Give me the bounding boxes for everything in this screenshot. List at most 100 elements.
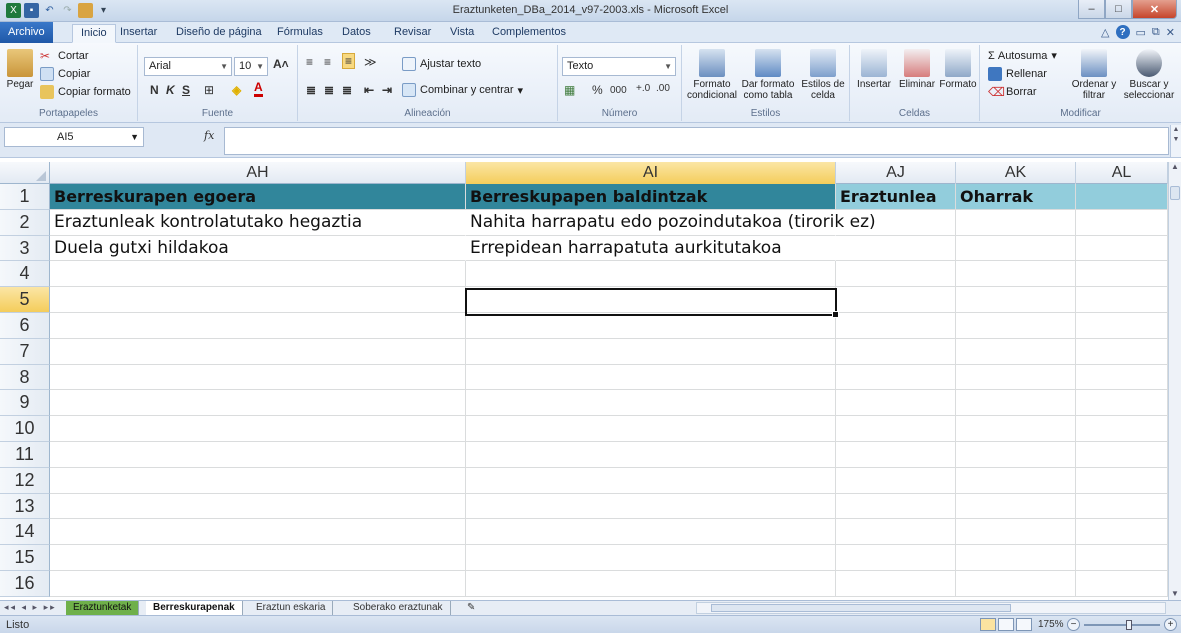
decrease-indent-icon[interactable]: ⇤ [364, 83, 374, 97]
font-size-select[interactable]: 10 ▼ [234, 57, 268, 76]
paste-button[interactable]: Pegar [4, 49, 36, 90]
cell[interactable] [836, 416, 956, 442]
cell[interactable] [836, 571, 956, 597]
cell-styles-button[interactable]: Estilos de celda [800, 49, 846, 101]
cell[interactable] [50, 467, 466, 494]
sheet-tab-eraztun-eskaria[interactable]: Eraztun eskaria [249, 601, 334, 615]
align-middle-icon[interactable]: ≡ [324, 55, 331, 69]
cell[interactable] [1076, 416, 1168, 442]
font-color-icon[interactable]: A [254, 81, 263, 97]
cell[interactable]: Eraztunleak kontrolatutako hegaztia [50, 210, 466, 236]
help-icon[interactable]: ? [1115, 25, 1130, 39]
sheet-tab-soberako-eraztunak[interactable]: Soberako eraztunak [346, 601, 451, 615]
cell[interactable] [1076, 313, 1168, 339]
zoom-slider[interactable] [1084, 624, 1160, 626]
row-header[interactable]: 8 [0, 364, 50, 391]
cell[interactable] [836, 493, 956, 520]
row-header[interactable]: 9 [0, 390, 50, 417]
cell[interactable] [956, 493, 1076, 520]
cell[interactable] [836, 364, 956, 391]
cell[interactable] [1076, 338, 1168, 365]
fill-color-icon[interactable]: ◈ [232, 83, 241, 97]
workbook-close-icon[interactable]: ✕ [1166, 26, 1175, 39]
align-center-icon[interactable]: ≣ [324, 83, 334, 97]
cell[interactable] [466, 442, 836, 468]
column-header[interactable]: AH [50, 162, 466, 184]
ribbon-minimize-icon[interactable]: △ [1101, 26, 1109, 39]
cell[interactable] [836, 261, 956, 288]
underline-button[interactable]: S [182, 83, 190, 97]
cell[interactable]: Oharrak [956, 184, 1076, 210]
cell[interactable] [1076, 390, 1168, 417]
maximize-button[interactable]: □ [1105, 0, 1132, 19]
minimize-button[interactable]: – [1078, 0, 1105, 19]
zoom-slider-thumb[interactable] [1126, 620, 1132, 630]
cell[interactable] [956, 313, 1076, 339]
conditional-format-button[interactable]: Formato condicional [687, 49, 737, 101]
tab-datos[interactable]: Datos [334, 24, 379, 43]
cell[interactable] [466, 467, 836, 494]
grow-font-icon[interactable]: A˄ [273, 57, 289, 71]
cell[interactable] [836, 313, 956, 339]
sheet-tab-eraztunketak[interactable]: Eraztunketak [66, 601, 140, 615]
scroll-down-icon[interactable]: ▼ [1169, 589, 1181, 598]
cell[interactable] [836, 390, 956, 417]
page-break-view-icon[interactable] [1016, 618, 1032, 631]
cell[interactable] [956, 209, 1076, 236]
tab-revisar[interactable]: Revisar [386, 24, 439, 43]
scroll-up-icon[interactable]: ▲ [1169, 162, 1181, 171]
row-header[interactable]: 6 [0, 313, 50, 339]
row-header[interactable]: 7 [0, 338, 50, 365]
zoom-out-button[interactable]: − [1067, 618, 1080, 631]
format-as-table-button[interactable]: Dar formato como tabla [740, 49, 796, 101]
cell[interactable] [1076, 493, 1168, 520]
cell[interactable] [956, 338, 1076, 365]
cell[interactable] [1076, 287, 1168, 313]
cell[interactable] [466, 519, 836, 546]
cell[interactable] [836, 209, 956, 236]
name-box[interactable]: AI5 ▼ [4, 127, 144, 147]
tab-vista[interactable]: Vista [442, 24, 482, 43]
cell[interactable] [956, 390, 1076, 417]
merge-center-button[interactable]: Combinar y centrar ▾ [402, 83, 523, 97]
cell[interactable] [50, 261, 466, 288]
find-select-button[interactable]: Buscar y seleccionar [1120, 49, 1178, 101]
format-cells-button[interactable]: Formato [938, 49, 978, 90]
clear-button[interactable]: ⌫ Borrar [988, 85, 1037, 99]
cell[interactable] [466, 545, 836, 571]
column-header[interactable]: AJ [836, 162, 956, 184]
cell[interactable] [1076, 442, 1168, 468]
horizontal-scroll-thumb[interactable] [711, 604, 1011, 612]
align-top-icon[interactable]: ≡ [306, 55, 313, 69]
thousands-button[interactable]: 000 [610, 85, 627, 96]
cell[interactable] [466, 313, 836, 339]
number-format-select[interactable]: Texto ▼ [562, 57, 676, 76]
select-all-button[interactable] [0, 162, 50, 184]
cell[interactable] [1076, 467, 1168, 494]
cell[interactable] [1076, 184, 1168, 210]
fill-button[interactable]: Rellenar [988, 67, 1047, 81]
column-header-selected[interactable]: AI [466, 162, 836, 184]
row-header[interactable]: 5 [0, 287, 50, 313]
cell[interactable] [956, 467, 1076, 494]
vertical-scrollbar[interactable]: ▲ ▼ [1168, 162, 1181, 600]
workbook-minimize-icon[interactable]: ▭ [1136, 26, 1146, 39]
delete-cells-button[interactable]: Eliminar [896, 49, 938, 90]
row-header[interactable]: 12 [0, 467, 50, 494]
align-left-icon[interactable]: ≣ [306, 83, 316, 97]
increase-decimal-icon[interactable]: +.0 [636, 83, 650, 94]
row-header[interactable]: 16 [0, 571, 50, 597]
row-header[interactable]: 1 [0, 184, 50, 210]
autosum-button[interactable]: Σ Autosuma ▾ [988, 49, 1057, 63]
row-header[interactable]: 2 [0, 209, 50, 236]
row-header[interactable]: 11 [0, 442, 50, 468]
sheet-tab-berreskurapenak[interactable]: Berreskurapenak [146, 601, 243, 615]
cell[interactable] [50, 313, 466, 339]
cell[interactable] [50, 390, 466, 417]
cell[interactable] [466, 390, 836, 417]
column-header[interactable]: AL [1076, 162, 1168, 184]
cell[interactable] [1076, 545, 1168, 571]
bold-button[interactable]: N [150, 83, 159, 97]
cell[interactable] [1076, 571, 1168, 597]
copy-button[interactable]: Copiar [40, 67, 90, 81]
